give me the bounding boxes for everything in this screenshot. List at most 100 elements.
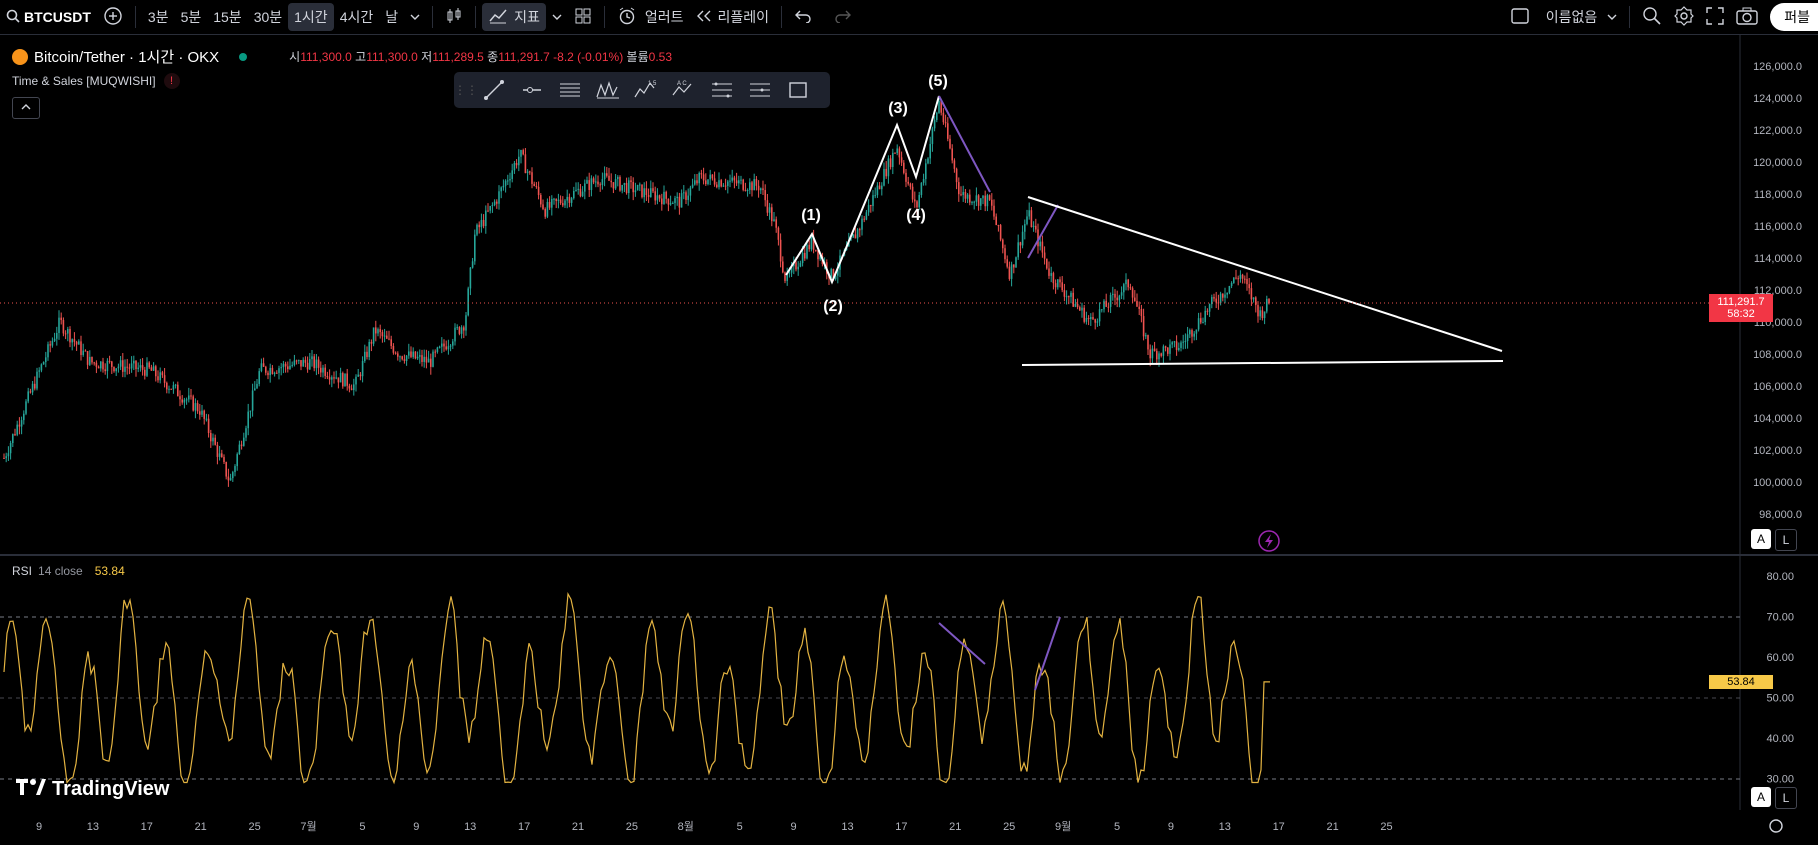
interval-4h[interactable]: 4시간 <box>334 3 380 31</box>
candle-body <box>368 341 370 358</box>
candle-body <box>863 218 865 220</box>
drag-handle-icon[interactable]: ⋮⋮ <box>454 75 478 105</box>
interval-3m[interactable]: 3분 <box>142 3 175 31</box>
interval-day[interactable]: 날 <box>379 3 404 31</box>
candle-body <box>676 196 678 199</box>
candle-body <box>207 418 210 434</box>
alarm-clock-icon <box>617 6 637 29</box>
chevron-down-icon <box>552 9 562 25</box>
candle-body <box>1246 279 1248 285</box>
rsi-legend[interactable]: RSI 14 close 53.84 <box>12 564 125 578</box>
time-axis[interactable]: 9 13 17 21 25 7월 5 9 13 17 21 25 8월 5 9 13 17 21 25 9월 5 9 13 1… <box>36 820 1393 833</box>
symbol-search[interactable]: BTCUSDT <box>0 3 97 31</box>
candle-body <box>9 443 12 454</box>
search-icon <box>6 9 20 26</box>
redo-button[interactable] <box>828 3 858 31</box>
layout-selector[interactable]: 이름없음 <box>1504 3 1624 31</box>
candle-body <box>47 344 49 358</box>
candle-body <box>1228 286 1231 293</box>
candle-body <box>390 339 392 346</box>
candle-body <box>854 234 857 239</box>
price-axis-label: 114,000.0 <box>1754 253 1802 265</box>
tradingview-logo[interactable]: TradingView <box>16 778 169 801</box>
elliott-impulse-tool-icon[interactable]: 1 5 <box>630 75 662 105</box>
error-icon[interactable]: ! <box>163 73 180 89</box>
candle-body <box>161 372 164 376</box>
candle-body <box>465 315 467 331</box>
pattern-tool-icon[interactable] <box>592 75 624 105</box>
indicator-legend[interactable]: Time & Sales [MUQWISHI] ! <box>12 73 180 89</box>
price-axis[interactable]: 126,000.0 124,000.0 122,000.0 120,000.0 118,… <box>1753 61 1802 521</box>
candle-body <box>696 180 698 184</box>
elliott-correction-tool-icon[interactable]: A C <box>668 75 700 105</box>
candle-body <box>232 472 234 479</box>
settings-button[interactable] <box>1668 3 1700 31</box>
snapshot-button[interactable] <box>1730 3 1764 31</box>
layout-name: 이름없음 <box>1545 9 1598 25</box>
plus-circle-icon <box>103 6 123 29</box>
fullscreen-button[interactable] <box>1700 3 1730 31</box>
candle-body <box>443 343 445 347</box>
candle-body <box>36 371 38 389</box>
candle-body <box>951 148 953 161</box>
indicators-dropdown[interactable] <box>546 3 568 31</box>
rectangle-tool-icon[interactable] <box>782 75 814 105</box>
interval-15m[interactable]: 15분 <box>207 3 247 31</box>
candle-body <box>553 198 555 200</box>
interval-5m[interactable]: 5분 <box>175 3 208 31</box>
candle-body <box>892 152 894 168</box>
time-axis-label: 8월 <box>678 820 694 833</box>
parallel-channel-tool-icon[interactable] <box>554 75 586 105</box>
indicators-button[interactable]: 지표 <box>482 3 546 31</box>
candle-body <box>183 399 186 403</box>
replay-button[interactable]: 리플레이 <box>690 3 776 31</box>
candle-body <box>991 199 993 206</box>
rsi-axis-label: 50.00 <box>1766 693 1794 705</box>
interval-dropdown[interactable] <box>404 3 426 31</box>
low-value: 111,289.5 <box>432 50 484 64</box>
fib-extension-tool-icon[interactable] <box>744 75 776 105</box>
reset-axis-icon[interactable] <box>1769 819 1783 833</box>
wave-label-4: (4) <box>906 207 926 224</box>
symbol-title[interactable]: Bitcoin/Tether · 1시간 · OKX <box>34 46 219 67</box>
interval-1h[interactable]: 1시간 <box>288 3 334 31</box>
templates-button[interactable] <box>568 3 598 31</box>
add-symbol-button[interactable] <box>97 3 129 31</box>
candle-body <box>535 185 538 187</box>
interval-30m[interactable]: 30분 <box>248 3 288 31</box>
alert-button[interactable]: 얼러트 <box>611 3 690 31</box>
candle-body <box>1019 242 1022 246</box>
candle-body <box>927 158 929 164</box>
candle-body <box>245 428 247 438</box>
candle-body <box>628 180 630 194</box>
rsi-auto-scale-button[interactable]: A <box>1751 787 1771 807</box>
time-axis-label: 25 <box>1380 821 1392 833</box>
candle-body <box>1068 296 1070 298</box>
candle-body <box>861 218 863 230</box>
candle-body <box>757 185 760 191</box>
candle-body <box>592 178 595 183</box>
candle-body <box>45 357 47 363</box>
candle-body <box>350 388 353 391</box>
open-value: 111,300.0 <box>300 50 352 64</box>
chart-canvas[interactable]: (1) (2) (3) (4) (5) 126,000.0124,000.012… <box>0 35 1818 845</box>
chart-type-button[interactable] <box>439 3 469 31</box>
candle-body <box>949 138 951 149</box>
auto-scale-button[interactable]: A <box>1751 529 1771 549</box>
quick-search-button[interactable] <box>1636 3 1668 31</box>
candle-body <box>249 410 252 412</box>
collapse-legend-button[interactable] <box>12 97 40 119</box>
log-scale-button[interactable]: L <box>1775 529 1797 551</box>
candle-body <box>379 329 381 333</box>
undo-button[interactable] <box>788 3 818 31</box>
trendline-tool-icon[interactable] <box>478 75 510 105</box>
candle-body <box>135 360 137 369</box>
publish-button[interactable]: 퍼블 <box>1770 3 1818 31</box>
candle-body <box>284 363 287 367</box>
fib-retracement-tool-icon[interactable] <box>706 75 738 105</box>
horizontal-ray-tool-icon[interactable] <box>516 75 548 105</box>
divergence-line-price <box>938 95 991 193</box>
candle-body <box>1250 288 1253 300</box>
lightning-icon[interactable] <box>1258 530 1280 552</box>
rsi-log-scale-button[interactable]: L <box>1775 787 1797 809</box>
